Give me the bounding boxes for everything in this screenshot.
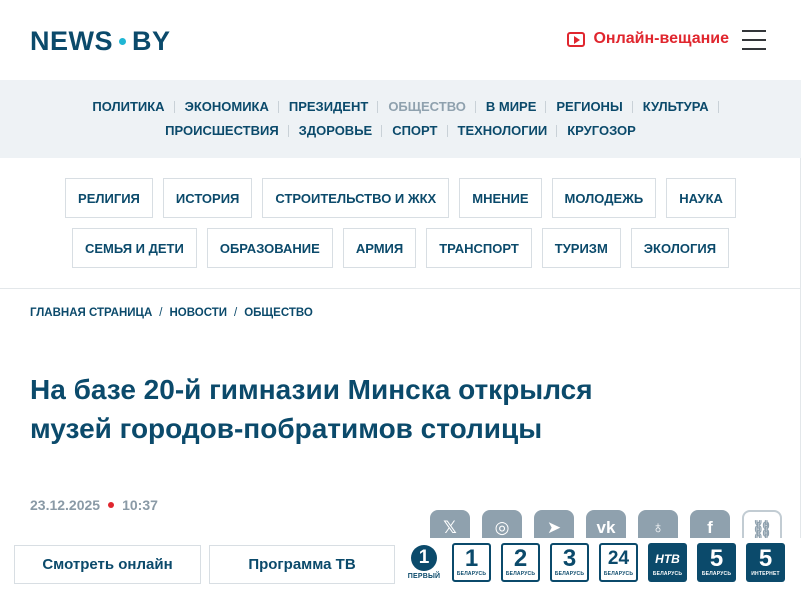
chip-transport[interactable]: ТРАНСПОРТ [426,228,532,268]
nav-regions[interactable]: РЕГИОНЫ [546,98,633,116]
channel-number: 24 [607,548,630,569]
channel-number: 5 [758,545,773,572]
nav-society[interactable]: ОБЩЕСТВО [378,98,476,116]
subcategory-navigation: РЕЛИГИЯ ИСТОРИЯ СТРОИТЕЛЬСТВО И ЖКХ МНЕН… [0,178,801,268]
article-date: 23.12.2025 [30,497,101,513]
divider [0,288,801,289]
channel-label: БЕЛАРУСЬ [505,571,536,577]
article-time: 10:37 [122,497,158,513]
breadcrumb-separator: / [234,307,238,319]
article-title: На базе 20-й гимназии Минска открылся му… [30,370,730,448]
site-header: NEWS BY Онлайн-вещание [0,0,801,80]
chip-family[interactable]: СЕМЬЯ И ДЕТИ [71,228,197,268]
channel-belarus-24[interactable]: 24 БЕЛАРУСЬ [599,543,638,582]
channel-label: БЕЛАРУСЬ [701,571,732,577]
channel-label: ИНТЕРНЕТ [751,571,780,577]
channel-label: БЕЛАРУСЬ [554,571,585,577]
chip-history[interactable]: ИСТОРИЯ [162,178,253,218]
chip-tourism[interactable]: ТУРИЗМ [541,228,621,268]
chip-opinion[interactable]: МНЕНИЕ [459,178,542,218]
nav-sport[interactable]: СПОРТ [382,122,448,140]
channel-number: 1 [464,545,479,572]
subcategory-row-2: СЕМЬЯ И ДЕТИ ОБРАЗОВАНИЕ АРМИЯ ТРАНСПОРТ… [71,228,730,268]
logo-by: BY [132,26,171,56]
channel-belarus-2[interactable]: 2 БЕЛАРУСЬ [501,543,540,582]
nav-outlook[interactable]: КРУГОЗОР [557,122,646,140]
article-title-line-2: музей городов-побратимов столицы [30,413,543,444]
nav-technology[interactable]: ТЕХНОЛОГИИ [448,122,558,140]
channel-number: 2 [513,545,528,572]
separator-dot [108,502,115,508]
chip-science[interactable]: НАУКА [666,178,736,218]
tv-program-button[interactable]: Программа ТВ [209,545,395,584]
chip-youth[interactable]: МОЛОДЕЖЬ [551,178,657,218]
live-broadcast-link[interactable]: Онлайн-вещание [567,30,729,48]
site-logo[interactable]: NEWS BY [30,26,171,57]
channel-pervy[interactable]: 1 ПЕРВЫЙ [406,543,442,582]
breadcrumb-home[interactable]: ГЛАВНАЯ СТРАНИЦА [30,307,152,319]
channel-ntv-belarus[interactable]: НТВ БЕЛАРУСЬ [648,543,687,582]
breadcrumb: ГЛАВНАЯ СТРАНИЦА / НОВОСТИ / ОБЩЕСТВО [30,307,313,319]
channel-belarus-5-internet[interactable]: 5 ИНТЕРНЕТ [746,543,785,582]
chip-army[interactable]: АРМИЯ [342,228,417,268]
menu-icon[interactable] [742,30,766,50]
nav-politics[interactable]: ПОЛИТИКА [82,98,175,116]
main-nav-row-1: ПОЛИТИКА ЭКОНОМИКА ПРЕЗИДЕНТ ОБЩЕСТВО В … [82,98,719,116]
channel-number: 5 [709,545,724,572]
live-broadcast-label: Онлайн-вещание [593,30,729,47]
nav-economy[interactable]: ЭКОНОМИКА [175,98,280,116]
nav-world[interactable]: В МИРЕ [476,98,547,116]
channel-label: ПЕРВЫЙ [407,573,441,580]
bottom-bar: Смотреть онлайн Программа ТВ 1 ПЕРВЫЙ 1 … [0,538,801,602]
breadcrumb-separator: / [159,307,163,319]
channel-label: БЕЛАРУСЬ [603,571,634,577]
article-title-line-1: На базе 20-й гимназии Минска открылся [30,374,593,405]
chip-religion[interactable]: РЕЛИГИЯ [65,178,153,218]
channel-label: БЕЛАРУСЬ [456,571,487,577]
channel-belarus-1[interactable]: 1 БЕЛАРУСЬ [452,543,491,582]
logo-dot [119,38,126,45]
channel-number: 3 [562,545,577,572]
nav-health[interactable]: ЗДОРОВЬЕ [289,122,383,140]
breadcrumb-news[interactable]: НОВОСТИ [169,307,227,319]
logo-news: NEWS [30,26,113,56]
channel-label: БЕЛАРУСЬ [652,571,683,577]
nav-incidents[interactable]: ПРОИСШЕСТВИЯ [155,122,289,140]
nav-president[interactable]: ПРЕЗИДЕНТ [279,98,379,116]
subcategory-row-1: РЕЛИГИЯ ИСТОРИЯ СТРОИТЕЛЬСТВО И ЖКХ МНЕН… [65,178,736,218]
chip-education[interactable]: ОБРАЗОВАНИЕ [206,228,333,268]
breadcrumb-society[interactable]: ОБЩЕСТВО [244,307,313,319]
article-meta: 23.12.2025 10:37 [30,497,158,513]
main-navigation: ПОЛИТИКА ЭКОНОМИКА ПРЕЗИДЕНТ ОБЩЕСТВО В … [0,80,801,158]
channel-number: 1 [411,545,437,571]
nav-culture[interactable]: КУЛЬТУРА [633,98,719,116]
watch-online-button[interactable]: Смотреть онлайн [14,545,201,584]
channel-belarus-3[interactable]: 3 БЕЛАРУСЬ [550,543,589,582]
channel-belarus-5[interactable]: 5 БЕЛАРУСЬ [697,543,736,582]
channel-number: НТВ [655,552,680,566]
chip-construction[interactable]: СТРОИТЕЛЬСТВО И ЖКХ [262,178,450,218]
main-nav-row-2: ПРОИСШЕСТВИЯ ЗДОРОВЬЕ СПОРТ ТЕХНОЛОГИИ К… [155,122,646,140]
channel-list: 1 ПЕРВЫЙ 1 БЕЛАРУСЬ 2 БЕЛАРУСЬ 3 БЕЛАРУС… [406,543,785,582]
chip-ecology[interactable]: ЭКОЛОГИЯ [630,228,730,268]
play-tv-icon [567,31,586,47]
